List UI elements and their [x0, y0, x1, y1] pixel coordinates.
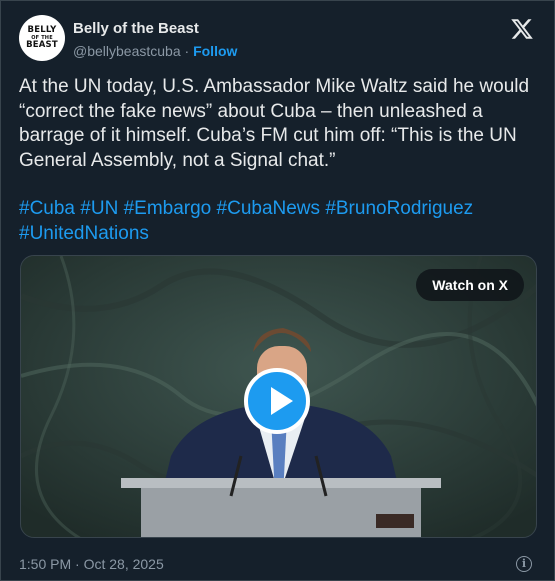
tweet-header: BELLY OF THE BEAST Belly of the Beast @b… — [19, 15, 540, 63]
hashtag-brunorodriguez[interactable]: #BrunoRodriguez — [325, 198, 473, 219]
avatar-text-line3: BEAST — [26, 40, 58, 50]
tweet-timestamp[interactable]: 1:50 PM · Oct 28, 2025 — [19, 556, 164, 572]
hashtag-embargo[interactable]: #Embargo — [124, 198, 212, 219]
hashtag-cubanews[interactable]: #CubaNews — [217, 198, 321, 219]
hashtag-unitednations[interactable]: #UnitedNations — [19, 223, 149, 244]
follow-button[interactable]: Follow — [193, 43, 237, 59]
avatar-text-line1: BELLY — [27, 25, 57, 35]
info-icon[interactable]: i — [516, 556, 532, 572]
author-name[interactable]: Belly of the Beast — [73, 20, 199, 37]
author-subline: @bellybeastcuba · Follow — [73, 43, 237, 59]
separator-dot: · — [184, 43, 190, 59]
avatar[interactable]: BELLY OF THE BEAST — [19, 15, 65, 61]
x-logo-icon[interactable] — [510, 17, 534, 41]
tweet-text: At the UN today, U.S. Ambassador Mike Wa… — [19, 76, 530, 171]
author-handle[interactable]: @bellybeastcuba — [73, 43, 181, 59]
tweet-card: BELLY OF THE BEAST Belly of the Beast @b… — [0, 0, 555, 581]
hashtag-list: #Cuba #UN #Embargo #CubaNews #BrunoRodri… — [19, 196, 539, 246]
video-player[interactable]: Watch on X — [20, 255, 537, 538]
play-icon[interactable] — [244, 368, 310, 434]
hashtag-cuba[interactable]: #Cuba — [19, 198, 75, 219]
hashtag-un[interactable]: #UN — [80, 198, 118, 219]
watch-on-x-button[interactable]: Watch on X — [416, 269, 524, 301]
